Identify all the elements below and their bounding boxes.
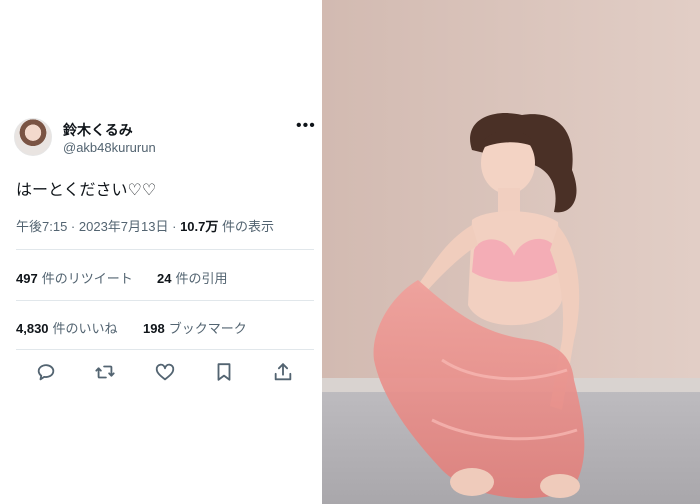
author-name[interactable]: 鈴木くるみ (63, 120, 133, 140)
tweet-date[interactable]: 2023年7月13日 (79, 219, 169, 234)
retweets-count: 497 (16, 271, 38, 286)
likes-label: 件のいいね (52, 321, 118, 336)
meta-separator: · (67, 219, 79, 234)
bookmarks-stat[interactable]: 198 ブックマーク (143, 318, 247, 337)
meta-separator: · (168, 219, 181, 234)
bookmarks-count: 198 (143, 321, 165, 336)
retweet-icon[interactable] (94, 361, 116, 383)
tweet-time[interactable]: 午後7:15 (16, 219, 67, 234)
divider (16, 300, 314, 301)
quotes-label: 件の引用 (175, 271, 228, 286)
more-options-icon[interactable]: ••• (296, 118, 316, 134)
divider (16, 249, 314, 250)
tweet-text: はーとください♡♡ (16, 182, 157, 199)
knee (450, 468, 494, 496)
knee (540, 474, 580, 498)
bookmark-icon[interactable] (213, 361, 235, 383)
author-avatar[interactable] (14, 118, 52, 156)
quotes-stat[interactable]: 24 件の引用 (157, 268, 227, 287)
divider (16, 349, 314, 350)
views-label: 件の表示 (222, 219, 275, 234)
author-handle[interactable]: @akb48kururun (63, 140, 156, 155)
tweet-meta: 午後7:15 · 2023年7月13日 · 10.7万 件の表示 (16, 216, 274, 235)
retweets-stat[interactable]: 497 件のリツイート (16, 268, 133, 287)
share-icon[interactable] (272, 361, 294, 383)
likes-stat[interactable]: 4,830 件のいいね (16, 318, 118, 337)
like-icon[interactable] (154, 361, 176, 383)
likes-count: 4,830 (16, 321, 49, 336)
retweets-label: 件のリツイート (41, 271, 133, 286)
tweet-photo[interactable] (322, 0, 700, 504)
tweet-card: 鈴木くるみ @akb48kururun ••• はーとください♡♡ 午後7:15… (0, 0, 322, 504)
bookmarks-label: ブックマーク (168, 321, 247, 336)
photo-illustration (322, 0, 700, 504)
views-count: 10.7万 (180, 219, 219, 234)
quotes-count: 24 (157, 271, 172, 286)
reply-icon[interactable] (35, 361, 57, 383)
